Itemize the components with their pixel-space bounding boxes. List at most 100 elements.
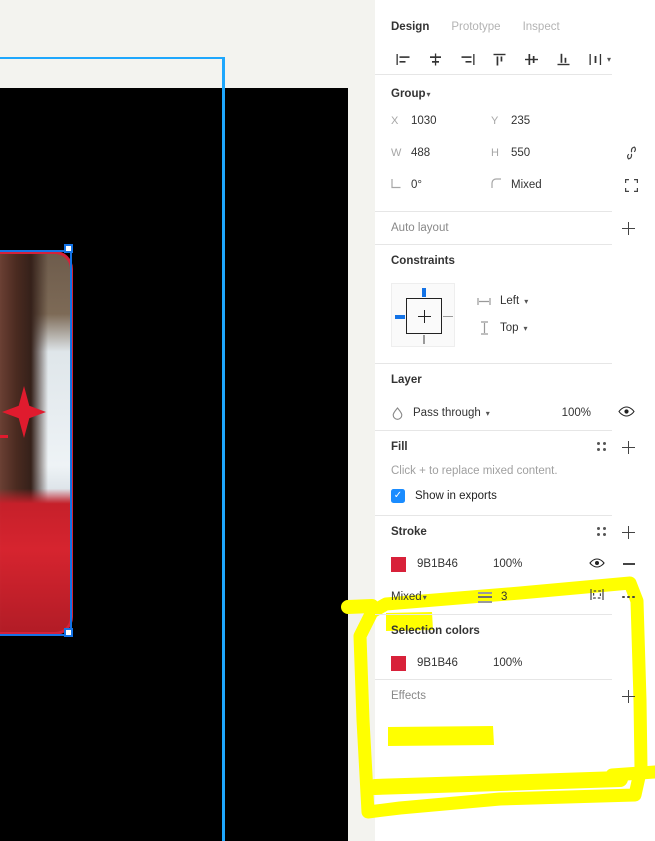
selection-color-opacity[interactable]: 100% <box>493 657 555 669</box>
tab-prototype[interactable]: Prototype <box>451 21 500 33</box>
minus-icon[interactable] <box>623 563 635 565</box>
stroke-weight-value[interactable]: 3 <box>501 591 557 603</box>
rotation-field[interactable]: 0° <box>391 178 491 192</box>
vertical-constraint-value: Top <box>500 322 519 334</box>
selection-colors-section: Selection colors 9B1B46 100% <box>375 615 655 679</box>
stroke-opacity-value[interactable]: 100% <box>493 558 555 570</box>
plus-icon[interactable] <box>622 221 635 235</box>
group-properties-section: Group ▾ X 1030 Y 235 W 488 H 550 0° Mixe… <box>375 75 655 211</box>
show-in-exports-checkbox[interactable]: ✓ <box>391 489 405 503</box>
blend-mode-value[interactable]: Pass through <box>413 407 481 419</box>
selection-color-swatch[interactable] <box>391 655 406 671</box>
canvas-area[interactable] <box>0 0 375 841</box>
x-value: 1030 <box>411 115 437 127</box>
align-right-icon[interactable] <box>451 46 483 72</box>
alignment-toolbar: ▾ <box>375 40 655 74</box>
independent-corners-icon[interactable] <box>623 177 639 193</box>
stroke-color-hex[interactable]: 9B1B46 <box>417 558 493 570</box>
height-field[interactable]: H 550 <box>491 147 591 159</box>
chevron-down-icon[interactable]: ▾ <box>427 90 431 99</box>
fill-header: Fill <box>375 431 655 463</box>
tab-design[interactable]: Design <box>391 21 429 33</box>
align-bottom-icon[interactable] <box>547 46 579 72</box>
stroke-settings-row: Mixed ▾ 3 <box>375 580 655 614</box>
h-value: 550 <box>511 147 531 159</box>
align-horizontal-centers-icon[interactable] <box>419 46 451 72</box>
constraint-mark-left[interactable] <box>395 315 405 319</box>
h-label: H <box>491 147 499 159</box>
selection-colors-header: Selection colors <box>375 615 655 647</box>
plus-icon[interactable] <box>622 440 635 454</box>
constrain-proportions-icon[interactable] <box>623 145 639 161</box>
position-row: X 1030 Y 235 <box>391 105 639 137</box>
chevron-down-icon[interactable]: ▾ <box>423 593 427 602</box>
show-in-exports-row[interactable]: ✓ Show in exports <box>375 489 655 515</box>
more-options-icon[interactable] <box>622 595 635 599</box>
eye-icon[interactable] <box>618 404 635 422</box>
fill-section: Fill Click + to replace mixed content. ✓… <box>375 431 655 515</box>
right-properties-panel: Design Prototype Inspect ▾ Group ▾ X 103… <box>375 0 655 841</box>
vertical-constraint-icon <box>477 321 491 335</box>
constraint-mark-right[interactable] <box>443 315 453 318</box>
x-label: X <box>391 115 399 127</box>
constraint-mark-bottom[interactable] <box>423 335 425 344</box>
constraints-section: Constraints Left ▾ Top ▾ <box>375 245 655 363</box>
blend-mode-icon <box>391 406 404 420</box>
stroke-section: Stroke 9B1B46 100% Mixed ▾ 3 <box>375 516 655 614</box>
chevron-down-icon[interactable]: ▾ <box>607 55 611 64</box>
corner-radius-field[interactable]: Mixed <box>491 178 591 192</box>
resize-handle-bottom-right[interactable] <box>64 628 73 637</box>
align-left-icon[interactable] <box>387 46 419 72</box>
fill-mixed-note: Click + to replace mixed content. <box>391 465 558 477</box>
stroke-weight-icon <box>478 591 492 603</box>
layer-section: Layer Pass through ▾ 100% <box>375 364 655 430</box>
rotation-corner-row: 0° Mixed <box>391 169 639 201</box>
y-label: Y <box>491 115 499 127</box>
figma-window: Design Prototype Inspect ▾ Group ▾ X 103… <box>0 0 655 841</box>
constraints-title: Constraints <box>391 255 455 267</box>
corner-radius-value: Mixed <box>511 179 542 191</box>
y-value: 235 <box>511 115 531 127</box>
tab-inspect[interactable]: Inspect <box>523 21 560 33</box>
constraints-widget[interactable] <box>391 283 455 347</box>
layer-title: Layer <box>391 374 422 386</box>
width-field[interactable]: W 488 <box>391 147 491 159</box>
horizontal-constraint-select[interactable]: Left ▾ <box>477 295 528 307</box>
auto-layout-header: Auto layout <box>375 212 655 244</box>
align-top-icon[interactable] <box>483 46 515 72</box>
plus-icon[interactable] <box>622 525 635 539</box>
layer-opacity-value[interactable]: 100% <box>562 407 591 419</box>
rotation-value: 0° <box>411 179 422 191</box>
constraint-mark-top[interactable] <box>422 288 426 297</box>
chevron-down-icon[interactable]: ▾ <box>486 409 490 418</box>
panel-tabs: Design Prototype Inspect <box>375 0 655 40</box>
x-field[interactable]: X 1030 <box>391 115 491 127</box>
show-in-exports-label: Show in exports <box>415 490 497 502</box>
stroke-title: Stroke <box>391 526 427 538</box>
y-field[interactable]: Y 235 <box>491 115 591 127</box>
auto-layout-section: Auto layout <box>375 212 655 244</box>
stroke-color-swatch[interactable] <box>391 556 406 572</box>
fill-styles-icon[interactable] <box>597 441 608 453</box>
effects-section: Effects <box>375 680 655 712</box>
vertical-constraint-select[interactable]: Top ▾ <box>477 321 528 335</box>
stroke-align-icon[interactable] <box>590 588 604 606</box>
plus-icon[interactable] <box>622 689 635 703</box>
position-size-grid: X 1030 Y 235 W 488 H 550 0° Mixed <box>375 103 655 211</box>
chevron-down-icon[interactable]: ▾ <box>524 324 528 333</box>
resize-handle-top-right[interactable] <box>64 244 73 253</box>
chevron-down-icon[interactable]: ▾ <box>524 297 528 306</box>
photo-selection-outline <box>0 250 72 636</box>
rotation-icon <box>391 178 411 192</box>
constraints-cross-v <box>423 310 425 323</box>
group-header[interactable]: Group ▾ <box>375 75 655 103</box>
selection-color-hex[interactable]: 9B1B46 <box>417 657 493 669</box>
horizontal-constraint-icon <box>477 297 491 306</box>
align-vertical-centers-icon[interactable] <box>515 46 547 72</box>
eye-icon[interactable] <box>589 555 605 573</box>
constraints-header: Constraints <box>375 245 655 277</box>
horizontal-constraint-value: Left <box>500 295 520 307</box>
stroke-style-select[interactable]: Mixed ▾ <box>391 591 478 603</box>
stroke-styles-icon[interactable] <box>597 526 608 538</box>
effects-header: Effects <box>375 680 655 712</box>
